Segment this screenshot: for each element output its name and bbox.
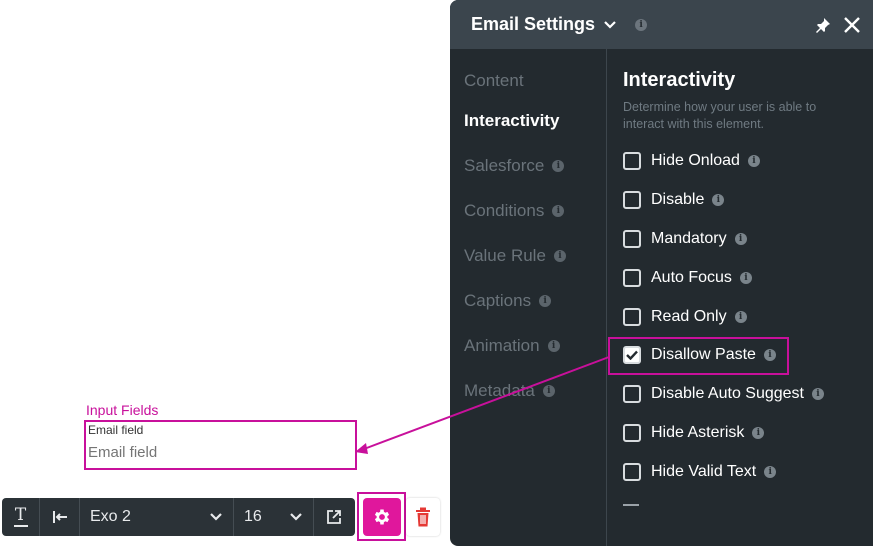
option-label: Mandatory [651,230,727,247]
info-icon[interactable]: i [734,311,747,323]
checkbox[interactable] [623,269,641,287]
external-link-icon [327,510,341,524]
panel-title[interactable]: Email Settings [471,14,595,35]
font-size-value: 16 [244,508,262,525]
app-canvas: Input Fields Email field T Exo 2 16 [0,0,873,546]
nav-item-captions[interactable]: Captions i [464,291,552,311]
info-icon[interactable]: i [747,155,760,167]
nav-item-label: Content [464,71,524,90]
panel-header-actions [815,16,861,34]
option-label: Hide Asterisk [651,424,745,441]
text-style-button[interactable]: T [2,498,40,536]
panel-divider [606,49,607,546]
settings-button-highlight [357,492,406,541]
option-label: Auto Focus [651,269,732,286]
gear-icon [374,509,389,524]
nav-item-content[interactable]: Content [464,71,524,91]
section-description: Determine how your user is able to inter… [623,100,817,131]
option-label: Disable [651,191,705,208]
info-icon[interactable]: i [539,295,552,307]
chevron-down-icon [210,513,222,521]
option-label: Read Only [651,308,727,325]
checkbox[interactable] [623,191,641,209]
pin-icon[interactable] [815,17,831,33]
info-icon[interactable]: i [812,388,824,400]
nav-item-label: Animation [464,336,540,355]
panel-header: Email Settings i [450,0,873,49]
nav-item-label: Captions [464,291,532,310]
nav-item-interactivity[interactable]: Interactivity [464,111,559,131]
nav-item-conditions[interactable]: Conditions i [464,201,565,221]
checkbox[interactable] [623,230,641,248]
nav-item-label: Interactivity [464,111,560,130]
element-toolbar: T Exo 2 16 [2,498,355,536]
nav-item-label: Metadata [464,381,535,400]
info-icon[interactable]: i [542,385,555,397]
option-label: Hide Valid Text [651,463,757,480]
checkbox[interactable] [623,308,641,326]
email-field-component[interactable]: Email field [84,420,357,470]
nav-item-metadata[interactable]: Metadata i [464,381,555,401]
font-family-select[interactable]: Exo 2 [80,498,234,536]
info-icon[interactable]: i [547,340,560,352]
nav-item-value-rule[interactable]: Value Rule i [464,246,566,266]
delete-button[interactable] [406,498,440,536]
open-external-button[interactable] [314,498,354,536]
checkbox[interactable] [623,385,641,403]
info-icon[interactable]: i [734,233,747,245]
panel-body: Content Interactivity Salesforce i Condi… [450,49,873,546]
info-icon[interactable]: i [553,250,566,262]
settings-panel: Email Settings i Content Interactivity S… [450,0,873,546]
align-left-icon [52,511,67,523]
option-label: Disable Auto Suggest [651,385,804,402]
option-hide-asterisk[interactable]: Hide Asterisk i [623,424,765,442]
nav-item-salesforce[interactable]: Salesforce i [464,156,565,176]
email-field-input[interactable] [88,444,348,461]
option-disable-auto-suggest[interactable]: Disable Auto Suggest i [623,385,824,403]
nav-item-label: Salesforce [464,156,545,175]
more-options-hint [623,504,639,508]
section-label: Input Fields [86,402,159,418]
option-auto-focus[interactable]: Auto Focus i [623,269,752,287]
option-read-only[interactable]: Read Only i [623,308,747,326]
checkbox[interactable] [623,424,641,442]
option-hide-valid-text[interactable]: Hide Valid Text i [623,463,777,481]
nav-item-label: Conditions [464,201,545,220]
font-family-value: Exo 2 [90,508,131,525]
nav-item-animation[interactable]: Animation i [464,336,560,356]
email-field-label: Email field [88,423,144,437]
text-format-icon: T [13,505,28,527]
option-label: Hide Onload [651,152,740,169]
font-size-select[interactable]: 16 [234,498,314,536]
info-icon[interactable]: i [712,194,725,206]
option-mandatory[interactable]: Mandatory i [623,230,747,248]
align-button[interactable] [40,498,80,536]
info-icon[interactable]: i [635,18,648,31]
info-icon[interactable]: i [764,466,777,478]
info-icon[interactable]: i [552,160,565,172]
text-format-glyph: T [14,505,27,525]
close-icon[interactable] [843,16,861,34]
info-icon[interactable]: i [552,205,565,217]
settings-nav: Content Interactivity Salesforce i Condi… [450,49,606,546]
checkbox[interactable] [623,152,641,170]
disallow-paste-highlight [608,337,789,375]
checkbox[interactable] [623,463,641,481]
option-disable[interactable]: Disable i [623,191,725,209]
settings-button[interactable] [362,497,401,536]
info-icon[interactable]: i [739,272,752,284]
chevron-down-icon [290,513,302,521]
trash-icon [416,507,430,527]
option-hide-onload[interactable]: Hide Onload i [623,152,760,170]
chevron-down-icon[interactable] [603,20,617,30]
section-title: Interactivity [623,69,736,91]
info-icon[interactable]: i [752,427,765,439]
text-format-underline [13,525,28,527]
nav-item-label: Value Rule [464,246,546,265]
